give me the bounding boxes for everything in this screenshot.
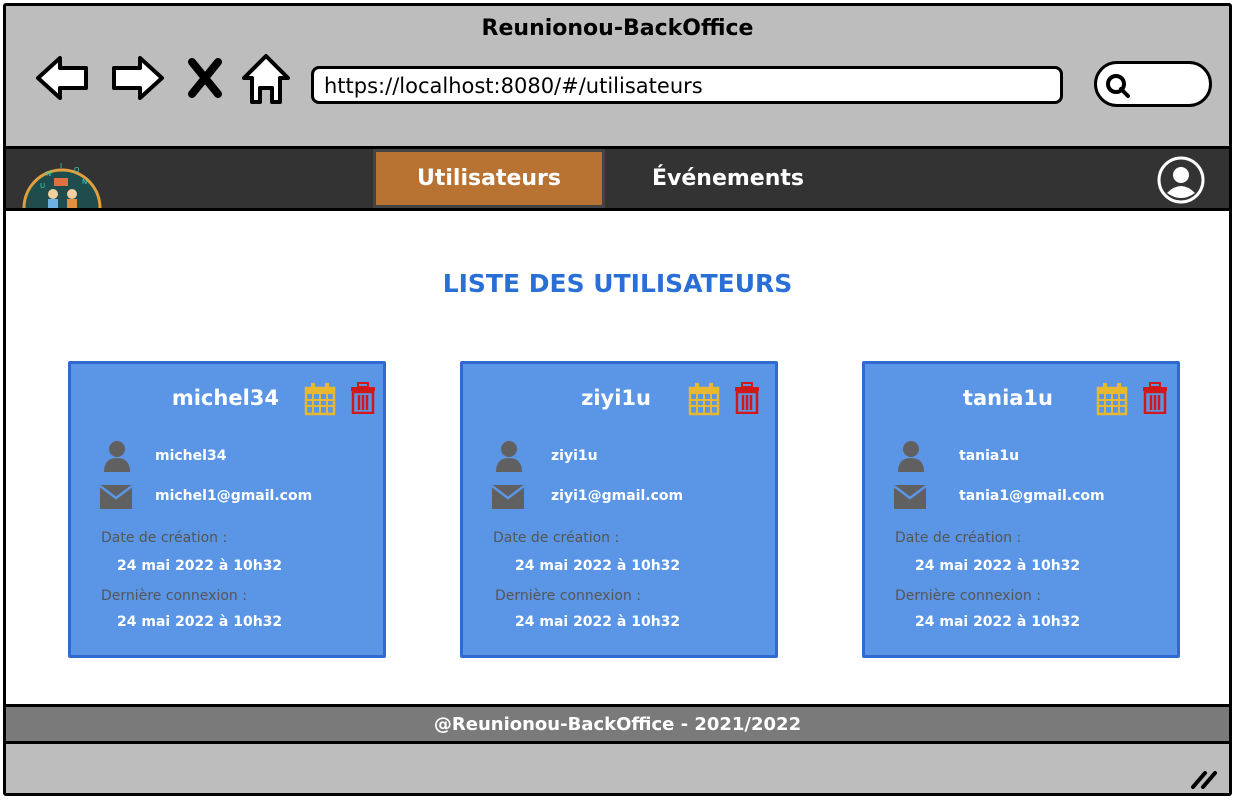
home-icon[interactable] [236, 48, 296, 108]
user-icon [496, 441, 522, 472]
tab-utilisateurs[interactable]: Utilisateurs [373, 149, 605, 208]
delete-trash-icon[interactable] [350, 382, 376, 414]
close-icon[interactable] [182, 48, 228, 108]
user-email: tania1@gmail.com [959, 488, 1105, 504]
svg-text:I: I [60, 162, 62, 170]
user-email: ziyi1@gmail.com [551, 488, 684, 504]
window-title: Reunionou-BackOffice [481, 16, 754, 41]
user-card: michel34 michel34 michel1@gmail.com Date… [68, 361, 386, 658]
user-email: michel1@gmail.com [155, 488, 313, 504]
created-value: 24 mai 2022 à 10h32 [915, 558, 1081, 574]
user-card: tania1u tania1u tania1@gmail.com Date de… [862, 361, 1180, 658]
calendar-icon[interactable] [304, 382, 336, 416]
last-login-value: 24 mai 2022 à 10h32 [515, 614, 681, 630]
last-login-label: Dernière connexion : [101, 588, 247, 604]
email-icon [893, 485, 927, 509]
browser-window: Reunionou-BackOffice https://localhost:8… [3, 3, 1232, 796]
delete-trash-icon[interactable] [1142, 382, 1168, 414]
browser-titlebar: Reunionou-BackOffice https://localhost:8… [6, 6, 1229, 146]
address-bar[interactable]: https://localhost:8080/#/utilisateurs [311, 66, 1063, 104]
user-login: tania1u [959, 448, 1020, 464]
user-icon [898, 441, 924, 472]
created-label: Date de création : [101, 530, 228, 546]
search-icon [1106, 74, 1130, 98]
svg-text:N: N [82, 178, 87, 186]
resize-handle-icon[interactable] [1189, 767, 1219, 791]
created-label: Date de création : [493, 530, 620, 546]
forward-arrow-icon[interactable] [108, 48, 168, 108]
calendar-icon[interactable] [1096, 382, 1128, 416]
footer: @Reunionou-BackOffice - 2021/2022 [6, 704, 1229, 744]
search-box[interactable] [1094, 61, 1212, 107]
user-avatar-icon[interactable] [1156, 155, 1206, 205]
delete-trash-icon[interactable] [734, 382, 760, 414]
url-text: https://localhost:8080/#/utilisateurs [324, 74, 703, 98]
last-login-label: Dernière connexion : [495, 588, 641, 604]
email-icon [491, 485, 525, 509]
tab-evenements[interactable]: Événements [618, 149, 838, 208]
back-arrow-icon[interactable] [32, 48, 92, 108]
user-login: michel34 [155, 448, 227, 464]
calendar-icon[interactable] [688, 382, 720, 416]
svg-text:U: U [40, 182, 45, 190]
tab-utilisateurs-label: Utilisateurs [417, 166, 561, 191]
user-card-title: michel34 [171, 386, 279, 410]
user-card-title: tania1u [962, 386, 1053, 410]
browser-statusbar [6, 744, 1229, 793]
user-icon [104, 441, 130, 472]
last-login-label: Dernière connexion : [895, 588, 1041, 604]
top-navbar: U N I O N Utilisateurs Événements [6, 146, 1229, 211]
footer-text: @Reunionou-BackOffice - 2021/2022 [433, 714, 802, 735]
created-value: 24 mai 2022 à 10h32 [117, 558, 283, 574]
email-icon [99, 485, 133, 509]
svg-text:O: O [74, 166, 80, 174]
user-login: ziyi1u [551, 448, 598, 464]
svg-text:N: N [46, 170, 51, 178]
created-label: Date de création : [895, 530, 1022, 546]
reunionou-logo: U N I O N [22, 162, 102, 208]
last-login-value: 24 mai 2022 à 10h32 [915, 614, 1081, 630]
last-login-value: 24 mai 2022 à 10h32 [117, 614, 283, 630]
user-card: ziyi1u ziyi1u ziyi1@gmail.com Date de cr… [460, 361, 778, 658]
user-card-title: ziyi1u [581, 386, 651, 410]
created-value: 24 mai 2022 à 10h32 [515, 558, 681, 574]
tab-evenements-label: Événements [652, 166, 804, 191]
page-title: LISTE DES UTILISATEURS [442, 269, 793, 298]
main-content: LISTE DES UTILISATEURS michel34 michel34 [6, 211, 1229, 704]
